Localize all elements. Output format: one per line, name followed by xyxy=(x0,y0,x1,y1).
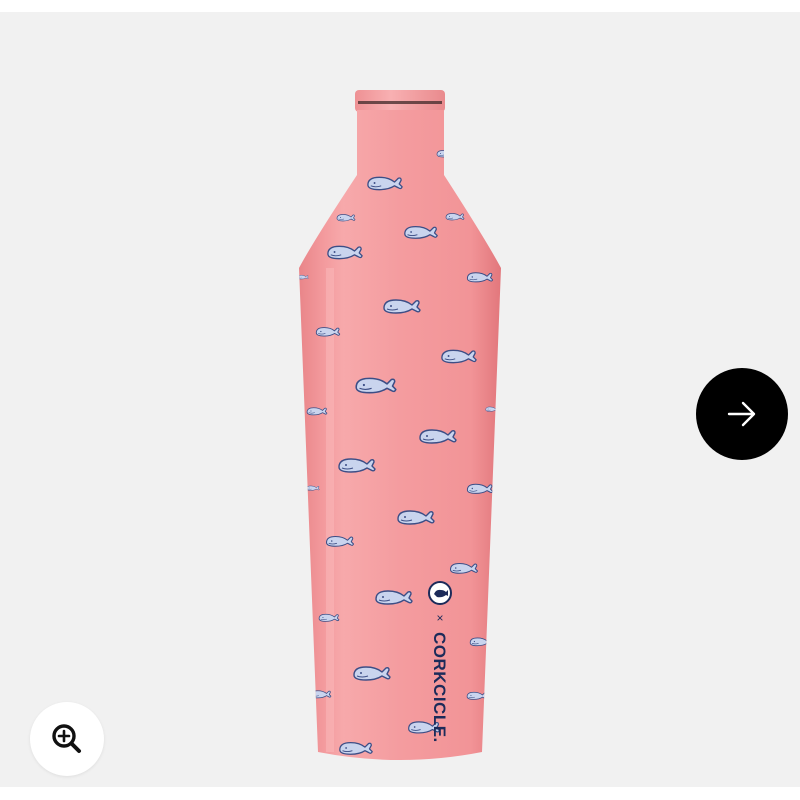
zoom-in-icon xyxy=(52,724,81,753)
vineyard-vines-logo xyxy=(428,581,452,605)
next-image-button[interactable] xyxy=(696,368,788,460)
arrow-right-icon xyxy=(727,401,756,427)
collab-mark: × xyxy=(436,611,443,625)
bottle-cap xyxy=(355,90,445,112)
brand-wordmark: CORKCICLE. xyxy=(430,632,449,743)
zoom-button[interactable] xyxy=(30,702,104,776)
product-image: × CORKCICLE. xyxy=(299,90,501,760)
